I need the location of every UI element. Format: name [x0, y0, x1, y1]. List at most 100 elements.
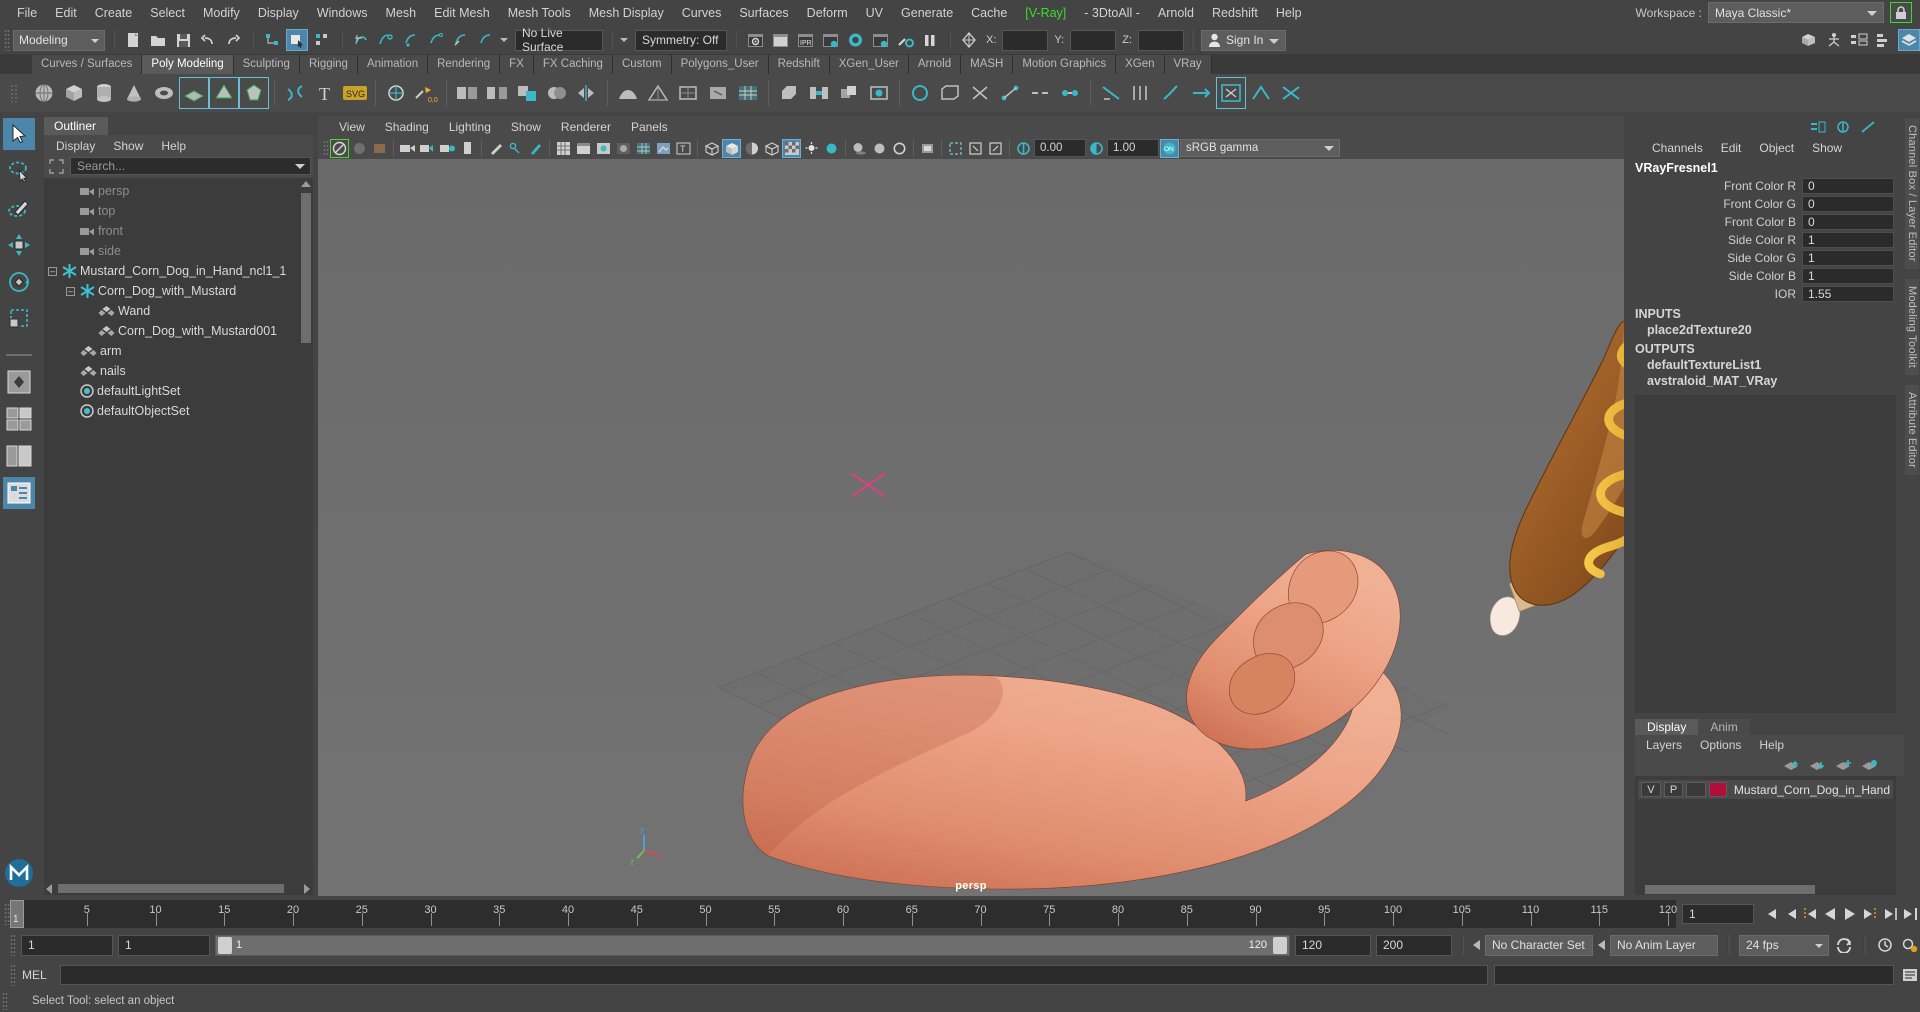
- layer-list[interactable]: V P Mustard_Corn_Dog_in_Hand: [1635, 776, 1896, 884]
- poly-cylinder-icon[interactable]: [90, 78, 118, 108]
- exposure-icon[interactable]: [1014, 139, 1033, 158]
- shelf-tab-curves-surfaces[interactable]: Curves / Surfaces: [32, 55, 143, 74]
- snap-to-grid-button[interactable]: [350, 29, 372, 51]
- hypershade-button[interactable]: [844, 29, 866, 51]
- menu-3dtoall[interactable]: - 3DtoAll -: [1075, 0, 1149, 26]
- outliner-item-nails[interactable]: nails: [44, 361, 313, 381]
- toggle-render-button[interactable]: [894, 29, 916, 51]
- channelbox-menu-edit[interactable]: Edit: [1714, 140, 1749, 156]
- outliner-item-top[interactable]: top: [44, 201, 313, 221]
- viewport-menu-show[interactable]: Show: [502, 118, 550, 136]
- layer-menu-options[interactable]: Options: [1693, 737, 1748, 753]
- viewport-menu-renderer[interactable]: Renderer: [552, 118, 620, 136]
- scrollbar-thumb[interactable]: [1645, 885, 1815, 894]
- coord-z-field[interactable]: [1137, 29, 1184, 51]
- slide-edge-icon[interactable]: [1187, 78, 1215, 108]
- menu-arnold[interactable]: Arnold: [1149, 0, 1203, 26]
- menu-modify[interactable]: Modify: [194, 0, 249, 26]
- viewport-menu-lighting[interactable]: Lighting: [440, 118, 500, 136]
- render-view-button[interactable]: [869, 29, 891, 51]
- channel-box-icon-3[interactable]: [1860, 120, 1876, 134]
- anim-layer-dropdown[interactable]: No Anim Layer: [1610, 934, 1718, 956]
- connect-icon[interactable]: [996, 78, 1024, 108]
- channelbox-attribute-value[interactable]: 1: [1802, 231, 1894, 248]
- channelbox-attribute-value[interactable]: 0: [1802, 195, 1894, 212]
- move-tool-icon[interactable]: 0,0: [412, 78, 440, 108]
- menu-redshift[interactable]: Redshift: [1203, 0, 1267, 26]
- channelbox-menu-channels[interactable]: Channels: [1645, 140, 1710, 156]
- rotate-tool-button[interactable]: [3, 266, 35, 298]
- new-scene-button[interactable]: [122, 29, 144, 51]
- focus-selection-icon[interactable]: [46, 157, 66, 175]
- menu-windows[interactable]: Windows: [308, 0, 377, 26]
- target-weld-icon[interactable]: [1216, 77, 1246, 109]
- shelf-tab-arnold[interactable]: Arnold: [908, 55, 962, 74]
- fps-dropdown[interactable]: 24 fps: [1739, 934, 1829, 956]
- color-management-toggle-icon[interactable]: ON: [1160, 138, 1179, 158]
- edge-flow-icon[interactable]: [1277, 78, 1305, 108]
- redo-render-button[interactable]: [769, 29, 791, 51]
- poly-pyramid-icon[interactable]: [209, 77, 239, 109]
- channelbox-menu-show[interactable]: Show: [1805, 140, 1849, 156]
- anim-layer-arrow-icon[interactable]: [1598, 940, 1605, 950]
- shelf-tab-redshift[interactable]: Redshift: [768, 55, 830, 74]
- booleans-icon[interactable]: [543, 78, 571, 108]
- step-back-frame-button[interactable]: [1800, 903, 1820, 925]
- time-slider-track[interactable]: 1 5 10 15 20 25 30 35 40 45 50 55 60 65 70 75 80 85 90 95 1…: [10, 900, 1677, 928]
- snap-to-projected-center-button[interactable]: [425, 29, 447, 51]
- select-tool-button[interactable]: [3, 118, 35, 150]
- vtab-channel-box-layer-editor[interactable]: Channel Box / Layer Editor: [1905, 118, 1919, 269]
- viewport-toolbar-grip[interactable]: [323, 140, 329, 156]
- render-settings-button[interactable]: [819, 29, 841, 51]
- undo-button[interactable]: [197, 29, 219, 51]
- script-editor-button[interactable]: [1900, 964, 1920, 986]
- outliner-item-mustard-corn-dog-in-hand-ncl1-1[interactable]: – Mustard_Corn_Dog_in_Hand_ncl1_1: [44, 261, 313, 281]
- menu-mesh-tools[interactable]: Mesh Tools: [499, 0, 580, 26]
- new-layer-icon[interactable]: [1835, 758, 1852, 772]
- viewport-3d-scene[interactable]: y x z persp: [318, 159, 1624, 896]
- select-by-hierarchy-button[interactable]: [261, 29, 283, 51]
- shelf-tab-mash[interactable]: MASH: [961, 55, 1014, 74]
- layer-playback-toggle[interactable]: P: [1663, 782, 1684, 797]
- scrollbar-thumb[interactable]: [301, 193, 311, 343]
- helpline-grip[interactable]: [2, 992, 8, 1010]
- loop-playback-button[interactable]: [1834, 934, 1854, 956]
- channelbox-attribute-value[interactable]: 1: [1802, 267, 1894, 284]
- menu-uv[interactable]: UV: [857, 0, 892, 26]
- snap-to-point-button[interactable]: [400, 29, 422, 51]
- character-set-dropdown[interactable]: No Character Set: [1485, 934, 1593, 956]
- tree-expander[interactable]: –: [48, 266, 57, 276]
- shelf-tab-motion-graphics[interactable]: Motion Graphics: [1013, 55, 1117, 74]
- poly-helix-icon[interactable]: [281, 78, 309, 108]
- menu-mesh[interactable]: Mesh: [377, 0, 426, 26]
- layer-color-swatch[interactable]: [1709, 782, 1727, 797]
- bevel-icon[interactable]: [775, 78, 803, 108]
- show-hide-modeling-toolkit-button[interactable]: [1798, 29, 1820, 51]
- menuset-dropdown[interactable]: Modeling: [13, 29, 105, 51]
- outliner-menu-help[interactable]: Help: [153, 137, 194, 155]
- shelf-tab-xgen-user[interactable]: XGen_User: [829, 55, 909, 74]
- xray-mode-icon[interactable]: [702, 139, 721, 158]
- outliner-menu-show[interactable]: Show: [105, 137, 151, 155]
- render-current-frame-button[interactable]: [744, 29, 766, 51]
- menu-create[interactable]: Create: [86, 0, 142, 26]
- shelf-tab-sculpting[interactable]: Sculpting: [233, 55, 300, 74]
- shelf-tab-polygons-user[interactable]: Polygons_User: [671, 55, 769, 74]
- input-field-mode-button[interactable]: [958, 29, 980, 51]
- lighting-display-icon[interactable]: [654, 139, 673, 158]
- show-hide-channel-box-button[interactable]: [1898, 29, 1920, 51]
- layer-menu-layers[interactable]: Layers: [1639, 737, 1689, 753]
- smooth-shade-all-icon[interactable]: [574, 139, 593, 158]
- transparency-icon[interactable]: [782, 138, 801, 158]
- channelbox-input-node[interactable]: place2dTexture20: [1629, 322, 1904, 338]
- gamma-reset-icon[interactable]: [986, 139, 1005, 158]
- outliner-persp-layout-button[interactable]: [3, 440, 35, 472]
- cmdline-grip[interactable]: [10, 964, 16, 986]
- step-forward-frame-button[interactable]: [1860, 903, 1880, 925]
- menu-generate[interactable]: Generate: [892, 0, 962, 26]
- smooth-icon[interactable]: [614, 78, 642, 108]
- menu-display[interactable]: Display: [249, 0, 308, 26]
- paint-reduce-icon[interactable]: [1157, 78, 1185, 108]
- sculpt-tool-icon[interactable]: [382, 78, 410, 108]
- isolate-select-icon[interactable]: [946, 139, 965, 158]
